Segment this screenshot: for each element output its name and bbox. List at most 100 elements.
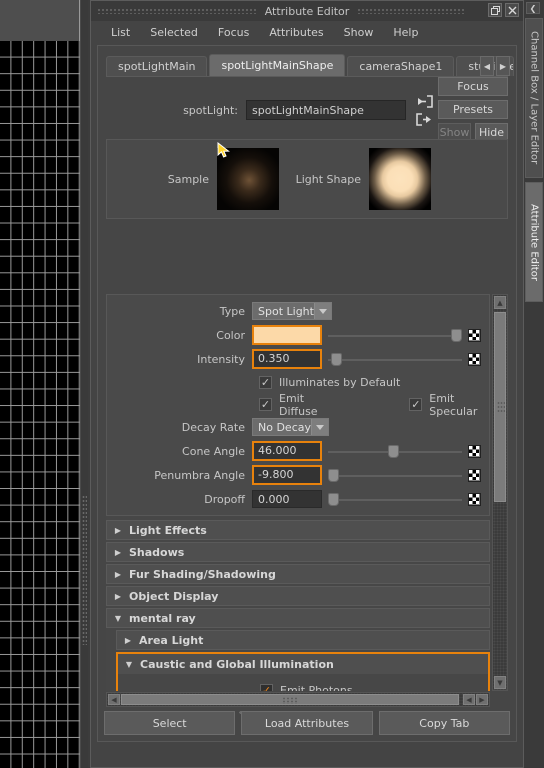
restore-icon[interactable] [488,3,502,17]
vtab-attribute-editor[interactable]: Attribute Editor [525,182,543,302]
chevron-right-icon: ▶ [114,569,122,579]
chevron-down-icon [311,419,328,435]
input-connection-icon[interactable] [416,94,433,108]
section-light-effects-label: Light Effects [129,523,207,537]
chevron-right-icon: ▶ [114,591,122,601]
section-fur-shading[interactable]: ▶ Fur Shading/Shadowing [106,564,490,584]
color-map-button[interactable] [468,328,481,342]
attribute-editor-window: Attribute Editor List Selected Focus Att… [90,0,524,768]
menu-selected[interactable]: Selected [140,24,208,41]
titlebar-grip-left [97,8,257,14]
penumbra-slider[interactable] [328,467,462,483]
emit-diffuse-label: Emit Diffuse [279,391,318,418]
scroll-down-arrow-icon[interactable]: ▼ [494,676,506,689]
dropoff-map-button[interactable] [468,492,481,506]
horizontal-scrollbar[interactable]: ◀ ◀ ▶ [106,692,490,707]
maya-viewport[interactable] [0,0,88,768]
type-dropdown[interactable]: Spot Light [252,302,332,320]
connection-buttons [416,94,433,126]
output-connection-icon[interactable] [416,112,433,126]
scroll-left-arrow-icon[interactable]: ◀ [108,694,120,705]
presets-button[interactable]: Presets [438,100,508,119]
menu-focus[interactable]: Focus [208,24,259,41]
sample-label: Sample [167,172,209,186]
section-fur-shading-label: Fur Shading/Shadowing [129,567,276,581]
color-slider[interactable] [328,327,463,343]
decay-rate-value: No Decay [258,420,311,434]
tab-camerashape1[interactable]: cameraShape1 [347,56,455,76]
section-object-display-label: Object Display [129,589,219,603]
viewport-grid [0,41,80,768]
light-shape-swatch[interactable] [369,148,431,210]
vertical-scrollbar-thumb[interactable] [494,312,506,502]
penumbra-row: Penumbra Angle -9.800 [107,465,489,485]
attribute-scroll-body: Type Spot Light Color Intensity 0.350 ✓ … [106,294,508,707]
cone-angle-slider[interactable] [328,443,462,459]
illuminates-label: Illuminates by Default [279,376,401,389]
intensity-slider-thumb[interactable] [330,353,342,366]
collapse-arrow-icon[interactable]: ❮ [526,2,540,14]
window-titlebar[interactable]: Attribute Editor [91,1,523,21]
vtab-channel-box[interactable]: Channel Box / Layer Editor [525,18,543,178]
menu-show[interactable]: Show [334,24,384,41]
scroll-up-arrow-icon[interactable]: ▲ [494,296,506,309]
intensity-map-button[interactable] [468,352,481,366]
caustic-gi-body: ✓ Emit Photons Photon Color [118,676,488,691]
close-icon[interactable] [505,3,519,17]
viewport-splitter-handle[interactable] [82,495,87,645]
tab-prev-arrow-icon[interactable]: ◀ [480,56,494,76]
penumbra-slider-thumb[interactable] [328,469,339,482]
tab-spotlightmain[interactable]: spotLightMain [106,56,208,76]
emit-specular-checkbox[interactable]: ✓ [409,398,423,411]
scroll-right-arrow-icon-2[interactable]: ▶ [476,694,488,705]
color-swatch[interactable] [252,325,322,345]
emit-diffuse-checkbox[interactable]: ✓ [259,398,272,411]
menu-help[interactable]: Help [383,24,428,41]
section-light-effects[interactable]: ▶ Light Effects [106,520,490,540]
viewport-divider [81,0,88,768]
section-caustic-gi[interactable]: ▼ Caustic and Global Illumination [118,654,488,674]
intensity-slider[interactable] [328,351,462,367]
viewport-canvas[interactable] [0,0,80,768]
section-mental-ray[interactable]: ▼ mental ray [106,608,490,628]
menu-attributes[interactable]: Attributes [259,24,333,41]
chevron-right-icon: ▶ [124,635,132,645]
light-preview-box: Sample Light Shape [106,139,508,219]
cone-angle-input[interactable]: 46.000 [252,441,322,461]
type-dropdown-value: Spot Light [258,304,314,318]
decay-rate-label: Decay Rate [181,420,245,434]
section-object-display[interactable]: ▶ Object Display [106,586,490,606]
cone-angle-map-button[interactable] [468,444,481,458]
type-label: Type [219,304,245,318]
dropoff-slider-thumb[interactable] [328,493,339,506]
chevron-down-icon: ▼ [125,659,133,669]
cone-angle-row: Cone Angle 46.000 [107,441,489,461]
color-slider-track [328,334,462,337]
load-attributes-button[interactable]: Load Attributes [241,711,373,735]
color-slider-thumb[interactable] [451,329,463,342]
emit-photons-checkbox[interactable]: ✓ [260,684,273,691]
dropoff-input[interactable]: 0.000 [252,490,322,508]
node-name-input[interactable]: spotLightMainShape [246,100,406,120]
focus-button[interactable]: Focus [438,77,508,96]
penumbra-input[interactable]: -9.800 [252,465,322,485]
copy-tab-button[interactable]: Copy Tab [378,711,510,735]
dropoff-slider[interactable] [328,491,462,507]
section-shadows[interactable]: ▶ Shadows [106,542,490,562]
vertical-scrollbar[interactable]: ▲ ▼ [492,294,508,691]
decay-rate-row: Decay Rate No Decay [107,417,489,437]
intensity-input[interactable]: 0.350 [252,349,322,369]
tab-next-arrow-icon[interactable]: ▶ [496,56,510,76]
section-area-light[interactable]: ▶ Area Light [116,630,490,650]
scrollbar-grip [497,401,505,413]
illuminates-row: ✓ Illuminates by Default [107,373,489,392]
scroll-right-arrow-icon[interactable]: ◀ [463,694,475,705]
decay-rate-dropdown[interactable]: No Decay [252,418,329,436]
tab-spotlightmainshape[interactable]: spotLightMainShape [209,54,346,76]
penumbra-map-button[interactable] [468,468,481,482]
menu-list[interactable]: List [101,24,140,41]
cone-angle-slider-thumb[interactable] [388,445,400,458]
horizontal-scrollbar-thumb[interactable] [121,694,459,705]
select-button[interactable]: Select [104,711,236,735]
illuminates-checkbox[interactable]: ✓ [259,376,272,389]
